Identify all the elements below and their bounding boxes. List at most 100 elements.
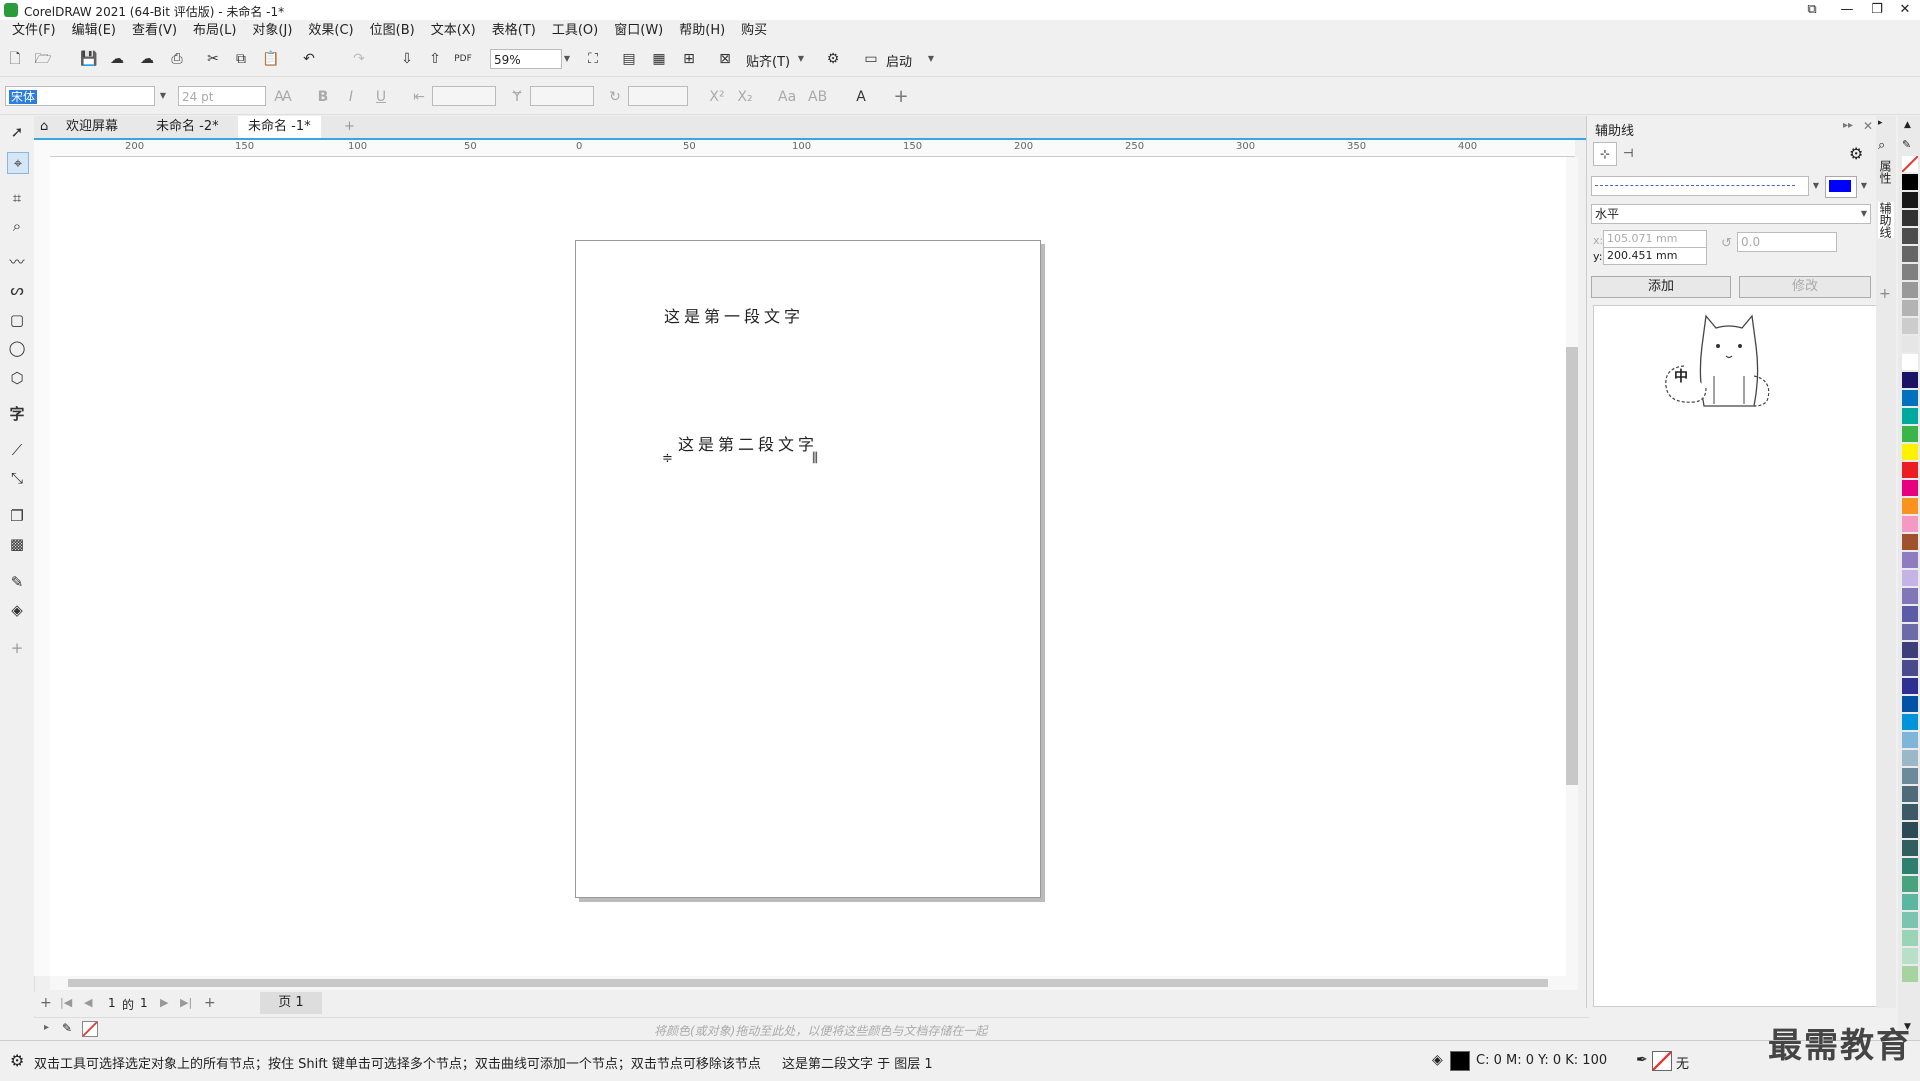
rectangle-tool-icon[interactable]: ▢	[7, 310, 27, 330]
vertical-scrollbar[interactable]	[1566, 157, 1578, 976]
zoom-level-field[interactable]: 59%	[490, 49, 562, 69]
font-family-field[interactable]: 宋体	[5, 86, 155, 106]
palette-swatch[interactable]	[1902, 750, 1918, 767]
tab-properties[interactable]: 属性	[1878, 160, 1894, 184]
new-document-icon[interactable]: 🗋	[6, 50, 24, 68]
redo-icon[interactable]: ↷	[350, 50, 368, 68]
crop-tool-icon[interactable]: ⌗	[7, 188, 27, 208]
copy-icon[interactable]: ⧉	[232, 50, 250, 68]
rotation-field[interactable]	[628, 86, 688, 106]
palette-swatch[interactable]	[1902, 642, 1918, 659]
subscript-button[interactable]: X₂	[736, 88, 754, 106]
menu-edit[interactable]: 编辑(E)	[64, 20, 124, 42]
docker-settings-gear-icon[interactable]: ⚙	[1849, 144, 1863, 163]
palette-swatch[interactable]	[1902, 624, 1918, 641]
tab-untitled-1[interactable]: 未命名 -1*	[238, 116, 321, 138]
menu-tools[interactable]: 工具(O)	[544, 20, 606, 42]
palette-swatch[interactable]	[1902, 174, 1918, 191]
font-size-field[interactable]: 24 pt	[178, 86, 266, 106]
cloud-download-icon[interactable]: ☁	[108, 50, 126, 68]
minimize-button[interactable]: —	[1832, 0, 1862, 20]
tab-untitled-2[interactable]: 未命名 -2*	[146, 116, 229, 138]
rotation-icon[interactable]: ↻	[606, 88, 624, 106]
tab-welcome[interactable]: 欢迎屏幕	[56, 116, 128, 138]
side-search-icon[interactable]: ⌕	[1878, 138, 1885, 153]
save-icon[interactable]: 💾	[80, 50, 98, 68]
first-page-icon[interactable]: |◀	[60, 996, 72, 1009]
palette-swatch[interactable]	[1902, 534, 1918, 551]
palette-swatch[interactable]	[1902, 840, 1918, 857]
line-spacing-field[interactable]	[530, 86, 594, 106]
palette-swatch[interactable]	[1902, 696, 1918, 713]
paragraph-text-2[interactable]: 这是第二段文字	[678, 431, 818, 455]
menu-file[interactable]: 文件(F)	[4, 20, 64, 42]
import-icon[interactable]: ⇩	[398, 50, 416, 68]
palette-swatch[interactable]	[1902, 732, 1918, 749]
add-tool-icon[interactable]: +	[7, 638, 27, 658]
freehand-tool-icon[interactable]: 〰	[7, 252, 27, 272]
small-caps-icon[interactable]: Aa	[778, 88, 796, 106]
menu-table[interactable]: 表格(T)	[484, 20, 544, 42]
character-options-button[interactable]: A	[852, 88, 870, 106]
palette-swatch[interactable]	[1902, 480, 1918, 497]
palette-swatch[interactable]	[1902, 552, 1918, 569]
add-page-before-icon[interactable]: +	[40, 995, 52, 1011]
add-tab-icon[interactable]: +	[334, 116, 365, 138]
ellipse-tool-icon[interactable]: ◯	[7, 338, 27, 358]
menu-window[interactable]: 窗口(W)	[606, 20, 671, 42]
next-page-icon[interactable]: ▶	[160, 996, 168, 1009]
guide-orientation-select[interactable]: 水平	[1591, 204, 1871, 224]
interactive-fill-icon[interactable]: ◈	[7, 600, 27, 620]
all-caps-icon[interactable]: AB	[808, 88, 827, 106]
superscript-button[interactable]: X²	[708, 88, 726, 106]
horizontal-ruler[interactable]: 200 150 100 50 0 50 100 150 200 250 300 …	[50, 140, 1575, 157]
guide-color-dropdown-icon[interactable]: ▼	[1859, 181, 1869, 190]
font-scale-icon[interactable]: Ꜳ	[274, 88, 292, 106]
palette-swatch[interactable]	[1902, 894, 1918, 911]
palette-swatch[interactable]	[1902, 354, 1918, 371]
menu-bitmaps[interactable]: 位图(B)	[362, 20, 423, 42]
palette-swatch[interactable]	[1902, 804, 1918, 821]
palette-eyedropper-icon-2[interactable]: ✎	[1902, 138, 1911, 151]
options-gear-icon[interactable]: ⚙	[824, 50, 842, 68]
pick-tool-icon[interactable]: ➚	[7, 122, 27, 142]
italic-button[interactable]: I	[342, 88, 360, 106]
menu-text[interactable]: 文本(X)	[423, 20, 484, 42]
palette-swatch[interactable]	[1902, 318, 1918, 335]
orientation-dropdown-icon[interactable]: ▼	[1859, 209, 1869, 218]
menu-help[interactable]: 帮助(H)	[671, 20, 733, 42]
palette-swatch[interactable]	[1902, 210, 1918, 227]
full-screen-icon[interactable]: ⛶	[584, 50, 602, 68]
palette-swatch[interactable]	[1902, 876, 1918, 893]
polygon-tool-icon[interactable]: ⬡	[7, 368, 27, 388]
open-folder-icon[interactable]: 🗁	[34, 50, 52, 68]
text-tool-icon[interactable]: 字	[7, 404, 27, 424]
palette-swatch[interactable]	[1902, 786, 1918, 803]
palette-swatch[interactable]	[1902, 372, 1918, 389]
tab-guidelines[interactable]: 辅助线	[1878, 202, 1894, 238]
home-icon[interactable]: ⌂	[34, 116, 54, 138]
export-icon[interactable]: ⇧	[426, 50, 444, 68]
eyedropper-icon[interactable]: ✎	[7, 572, 27, 592]
status-gear-icon[interactable]: ⚙	[10, 1051, 24, 1070]
palette-swatch[interactable]	[1902, 156, 1918, 173]
palette-swatch[interactable]	[1902, 930, 1918, 947]
guide-color-button[interactable]	[1825, 176, 1857, 198]
undo-icon[interactable]: ↶	[300, 50, 318, 68]
palette-swatch[interactable]	[1902, 264, 1918, 281]
maximize-button[interactable]: ❐	[1862, 0, 1892, 20]
char-spacing-field[interactable]	[432, 86, 496, 106]
connector-tool-icon[interactable]: ⤡	[7, 468, 27, 488]
fill-color-swatch[interactable]	[1450, 1051, 1470, 1071]
dimension-tool-icon[interactable]: ⟋	[7, 440, 27, 460]
side-add-icon[interactable]: +	[1879, 286, 1891, 302]
palette-eyedropper-icon[interactable]: ✎	[62, 1021, 72, 1035]
shape-tool-icon[interactable]: ⌖	[7, 152, 29, 174]
paragraph-text-1[interactable]: 这是第一段文字	[664, 303, 804, 327]
palette-swatch[interactable]	[1902, 912, 1918, 929]
vertical-scroll-thumb[interactable]	[1566, 347, 1578, 785]
palette-swatch[interactable]	[1902, 336, 1918, 353]
snap-dropdown-icon[interactable]: ▼	[796, 54, 806, 63]
palette-swatch[interactable]	[1902, 192, 1918, 209]
horizontal-scroll-thumb[interactable]	[68, 979, 1548, 987]
